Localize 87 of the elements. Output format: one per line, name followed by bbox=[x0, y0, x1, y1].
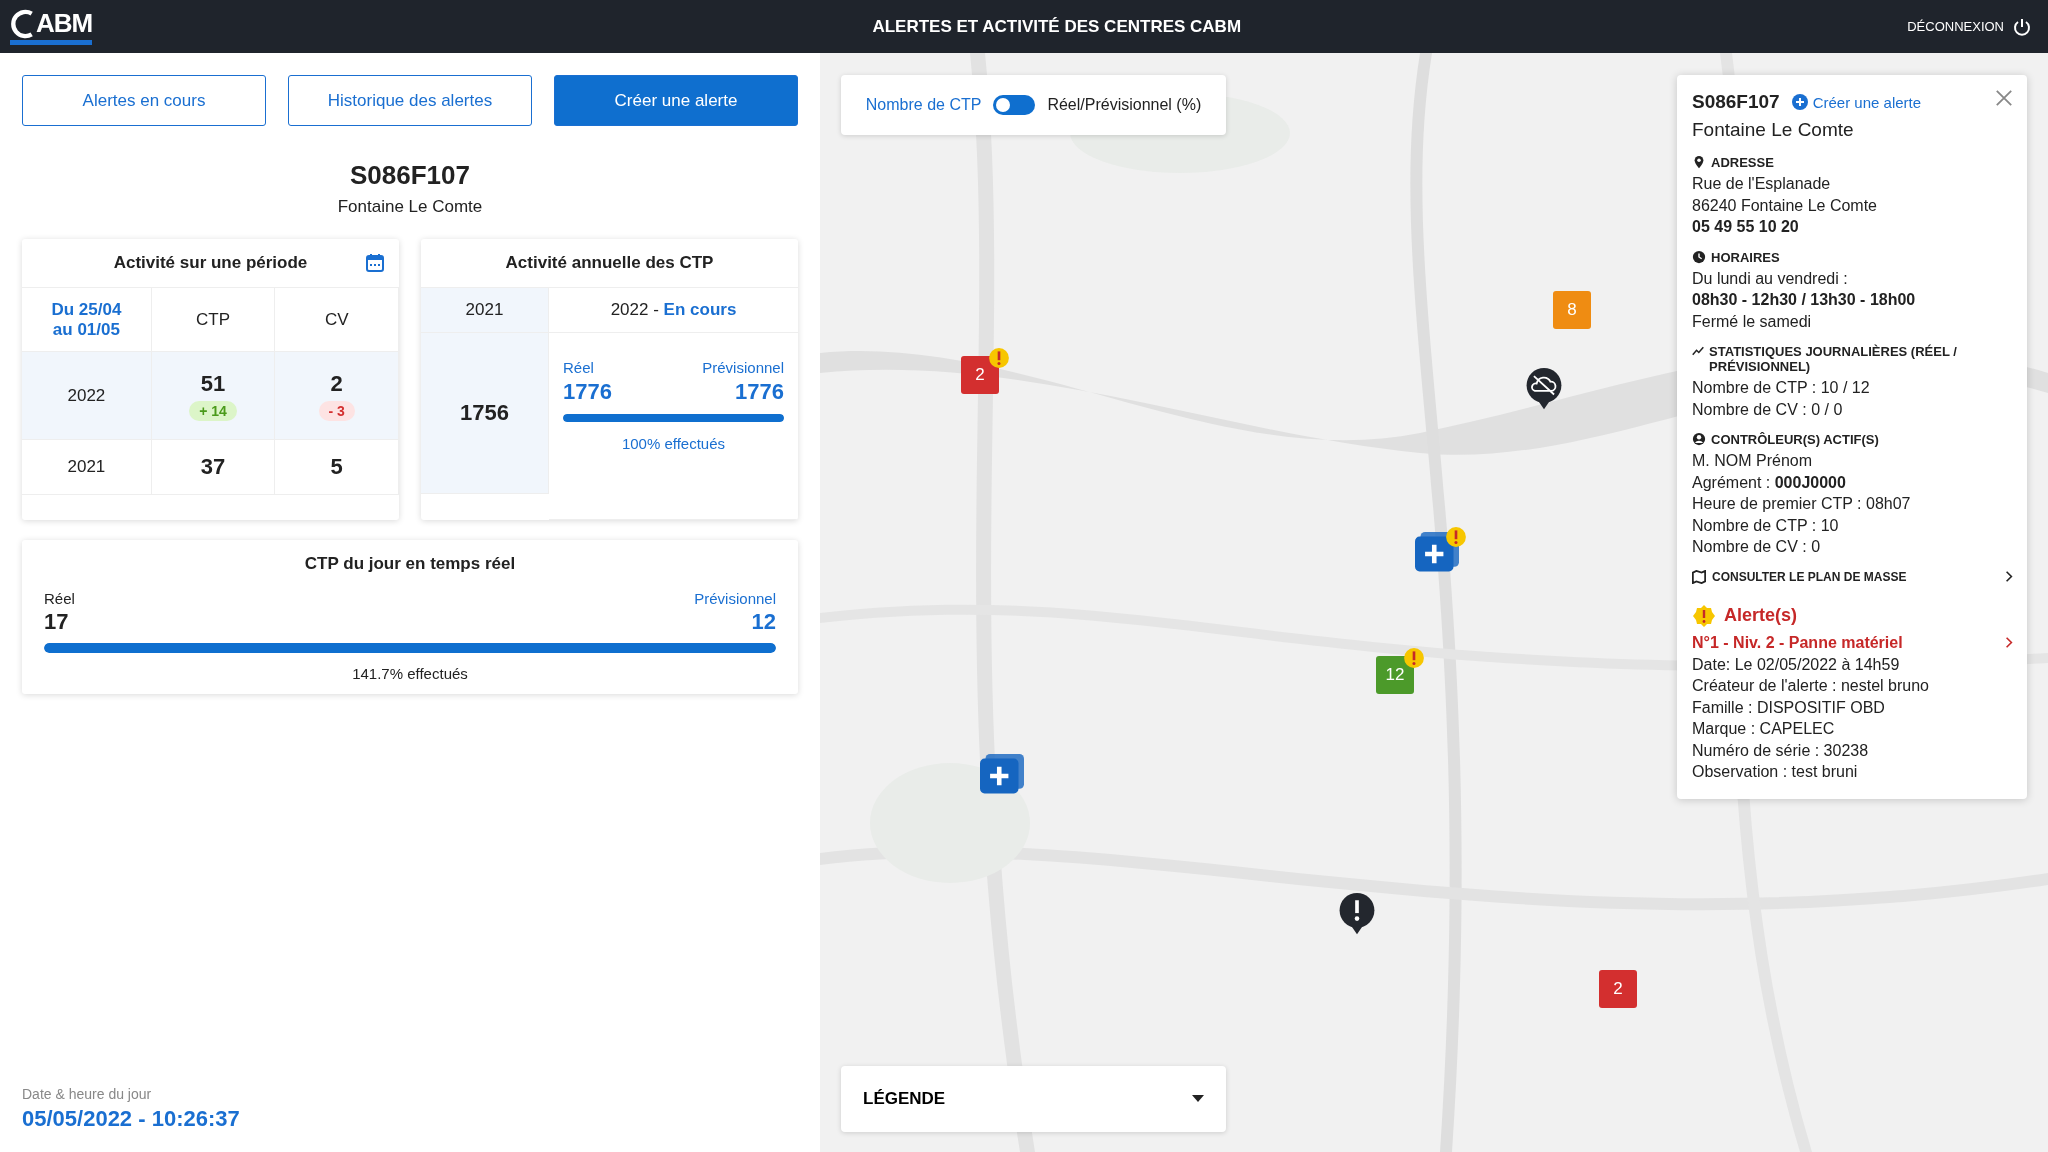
legend-dropdown[interactable]: LÉGENDE bbox=[841, 1066, 1226, 1132]
alert-detail: Créateur de l'alerte : nestel bruno bbox=[1692, 676, 1930, 696]
forecast-label: Prévisionnel bbox=[702, 359, 784, 376]
real-value: 17 bbox=[44, 609, 69, 635]
info-line: Agrément : 000J0000 bbox=[1692, 472, 1847, 493]
caret-icon bbox=[1192, 1095, 1204, 1103]
centre-code: S086F107 bbox=[1692, 91, 1780, 113]
action-button[interactable]: Historique des alertes bbox=[288, 75, 532, 126]
alert-detail: Observation : test bruni bbox=[1692, 762, 1859, 782]
info-line: Fermé le samedi bbox=[1692, 311, 1813, 332]
info-line: Nombre de CTP : 10 / 12 bbox=[1692, 378, 1871, 398]
centre-name: Fontaine Le Comte bbox=[1692, 119, 1855, 141]
alert-detail: Famille : DISPOSITIF OBD bbox=[1692, 697, 1886, 718]
progress-text: 141.7% effectués bbox=[351, 665, 469, 682]
page-title: ALERTES ET ACTIVITÉ DES CENTRES CABM bbox=[872, 16, 1242, 37]
ctp-value: 37 bbox=[200, 454, 226, 480]
ctp-value: 51 bbox=[200, 370, 226, 397]
card-title: CTP du jour en temps réel bbox=[303, 554, 517, 574]
forecast-label: Prévisionnel bbox=[694, 590, 776, 607]
card-title: Activité sur une période bbox=[113, 253, 308, 273]
forecast-value: 1776 bbox=[735, 379, 784, 405]
map-icon bbox=[1692, 569, 1706, 584]
info-line: Rue de l'Esplanade bbox=[1692, 174, 1832, 194]
info-line: 05 49 55 10 20 bbox=[1692, 217, 1800, 237]
info-line: Du lundi au vendredi : bbox=[1692, 268, 1849, 289]
count-marker[interactable]: 2 bbox=[1599, 970, 1637, 1008]
real-label: Réel bbox=[563, 359, 594, 376]
logo-text: ABM bbox=[36, 8, 93, 39]
logout-button[interactable]: DÉCONNEXION bbox=[1901, 15, 2038, 38]
info-line: Nombre de CTP : 10 bbox=[1692, 515, 1840, 536]
chevron-icon bbox=[2005, 570, 2013, 583]
toggle-label: Nombre de CTP bbox=[865, 96, 982, 114]
centre-name: Fontaine Le Comte bbox=[337, 197, 483, 217]
progress-text: 100% effectués bbox=[620, 435, 727, 452]
clock-icon bbox=[1692, 249, 1706, 264]
centre-code: S086F107 bbox=[350, 160, 470, 191]
date-label: Date & heure du jour bbox=[22, 1086, 153, 1102]
close-icon[interactable] bbox=[1995, 89, 2013, 107]
info-line: M. NOM Prénom bbox=[1692, 451, 1813, 471]
user-icon bbox=[1692, 432, 1706, 446]
annual-value: 1756 bbox=[460, 400, 509, 426]
year-cell: 2021 bbox=[22, 440, 152, 495]
period-range[interactable]: Du 25/04 au 01/05 bbox=[46, 299, 127, 340]
real-value: 1776 bbox=[563, 379, 612, 405]
toggle-switch[interactable] bbox=[993, 95, 1036, 115]
alerts-title: Alerte(s) bbox=[1724, 605, 1798, 626]
year-header: 2022 - bbox=[610, 300, 659, 320]
real-label: Réel bbox=[44, 590, 75, 607]
action-button[interactable]: Créer une alerte bbox=[554, 75, 798, 126]
year-cell: 2022 bbox=[22, 352, 152, 440]
power-icon bbox=[2012, 16, 2032, 37]
alert-detail: Numéro de série : 30238 bbox=[1692, 740, 1870, 761]
calendar-icon[interactable] bbox=[365, 253, 385, 273]
info-line: 08h30 - 12h30 / 13h30 - 18h00 bbox=[1692, 290, 1917, 310]
column-header: CTP bbox=[196, 309, 231, 330]
plan-link[interactable]: CONSULTER LE PLAN DE MASSE bbox=[1692, 569, 2013, 584]
info-line: Heure de premier CTP : 08h07 bbox=[1692, 494, 1912, 514]
info-line: Nombre de CV : 0 bbox=[1692, 537, 1822, 557]
section-title: HORAIRES bbox=[1711, 249, 1780, 265]
section-title: STATISTIQUES JOURNALIÈRES (RÉEL / PRÉVISIONNEL) bbox=[1709, 344, 1958, 374]
date-time: 05/05/2022 - 10:26:37 bbox=[22, 1106, 241, 1132]
alert-detail: Date: Le 02/05/2022 à 14h59 bbox=[1692, 654, 1901, 675]
info-line: 86240 Fontaine Le Comte bbox=[1692, 195, 1878, 216]
cv-value: 2 bbox=[330, 370, 343, 397]
plus-circle-icon bbox=[1791, 94, 1808, 110]
warning-icon bbox=[1692, 603, 1716, 628]
toggle-label: Réel/Prévisionnel (%) bbox=[1047, 96, 1202, 114]
section-title: ADRESSE bbox=[1711, 155, 1774, 170]
year-header: 2021 bbox=[465, 300, 504, 320]
delta-badge: - 3 bbox=[318, 400, 355, 421]
trend-icon bbox=[1692, 344, 1705, 358]
column-header: CV bbox=[324, 309, 349, 330]
forecast-value: 12 bbox=[751, 609, 776, 635]
alert-detail: Marque : CAPELEC bbox=[1692, 719, 1836, 739]
count-marker[interactable]: 12 bbox=[1376, 656, 1414, 694]
create-alert-link[interactable]: Créer une alerte bbox=[1791, 93, 1922, 111]
count-marker[interactable]: 2 bbox=[961, 356, 999, 394]
alert-link[interactable]: N°1 - Niv. 2 - Panne matériel bbox=[1692, 633, 2013, 652]
cv-value: 5 bbox=[330, 454, 343, 480]
info-line: Nombre de CV : 0 / 0 bbox=[1692, 399, 1844, 420]
card-title: Activité annuelle des CTP bbox=[505, 253, 714, 273]
section-title: CONTRÔLEUR(S) ACTIF(S) bbox=[1711, 432, 1879, 447]
delta-badge: + 14 bbox=[189, 400, 237, 421]
pin-icon bbox=[1692, 155, 1706, 169]
chevron-icon bbox=[2005, 636, 2013, 649]
action-button[interactable]: Alertes en cours bbox=[22, 75, 266, 126]
status-label: En cours bbox=[663, 300, 737, 320]
